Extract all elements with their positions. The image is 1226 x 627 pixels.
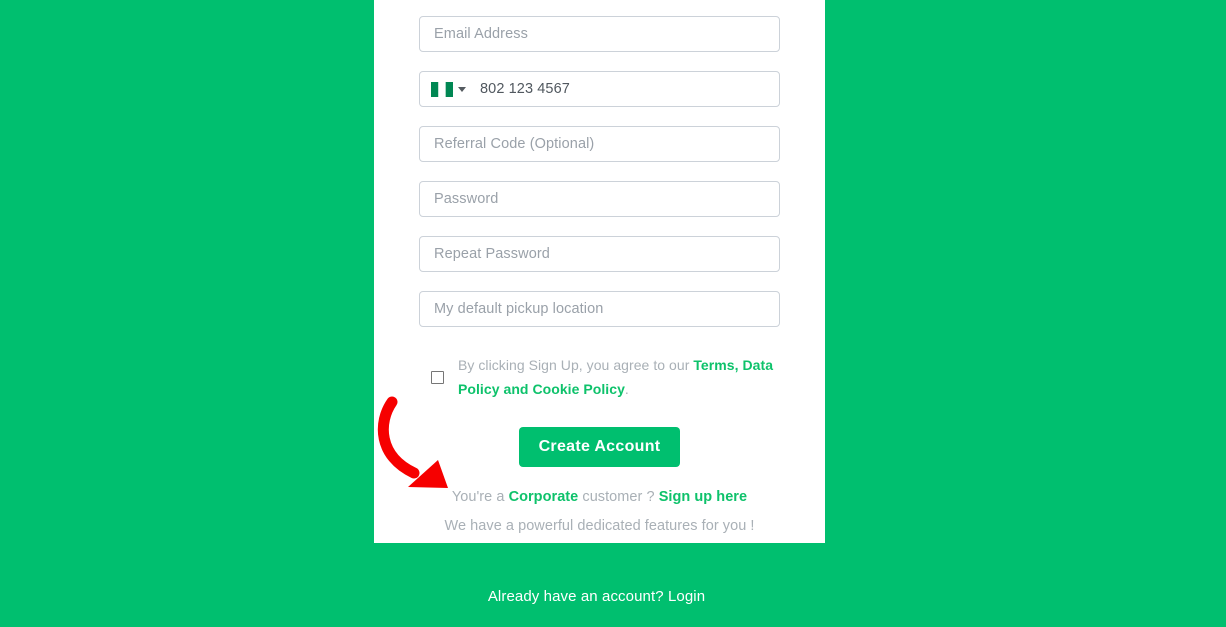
terms-prefix: By clicking Sign Up, you agree to our [458,357,694,373]
password-placeholder: Password [434,190,499,207]
email-placeholder: Email Address [434,25,528,42]
corporate-prompt-prefix: You're a [451,489,509,505]
corporate-signup-block: You're a Corporate customer ? Sign up he… [419,487,780,536]
referral-code-placeholder: Referral Code (Optional) [434,135,595,152]
create-account-button[interactable]: Create Account [519,427,680,467]
phone-number-value: 802 123 4567 [480,81,570,97]
signup-card: Email Address 802 123 4567 Referral Code… [374,0,825,543]
repeat-password-field[interactable]: Repeat Password [419,236,780,272]
email-field[interactable]: Email Address [419,16,780,52]
corporate-signup-link[interactable]: Sign up here [659,489,747,505]
referral-code-field[interactable]: Referral Code (Optional) [419,126,780,162]
login-link[interactable]: Login [668,588,705,605]
signup-page: Email Address 802 123 4567 Referral Code… [0,0,1226,627]
corporate-subtext: We have a powerful dedicated features fo… [444,518,755,534]
terms-text: By clicking Sign Up, you agree to our Te… [458,353,780,401]
pickup-location-placeholder: My default pickup location [434,300,604,317]
repeat-password-placeholder: Repeat Password [434,245,550,262]
submit-row: Create Account [419,427,780,467]
nigeria-flag-icon [431,81,453,97]
terms-suffix: . [624,381,629,397]
corporate-highlight: Corporate [508,489,579,505]
terms-consent-row: By clicking Sign Up, you agree to our Te… [431,353,780,401]
terms-checkbox[interactable] [431,370,444,384]
chevron-down-icon [458,86,466,92]
phone-field[interactable]: 802 123 4567 [419,71,780,107]
terms-link[interactable]: Terms, [693,357,738,373]
footer-login-text: Already have an account? [487,588,668,605]
footer-login: Already have an account? Login [0,588,1193,605]
signup-form: Email Address 802 123 4567 Referral Code… [419,0,780,536]
corporate-prompt: You're a Corporate customer ? Sign up he… [419,487,780,507]
corporate-prompt-middle: customer ? [578,489,659,505]
pickup-location-field[interactable]: My default pickup location [419,291,780,327]
password-field[interactable]: Password [419,181,780,217]
country-code-selector[interactable] [431,81,466,97]
